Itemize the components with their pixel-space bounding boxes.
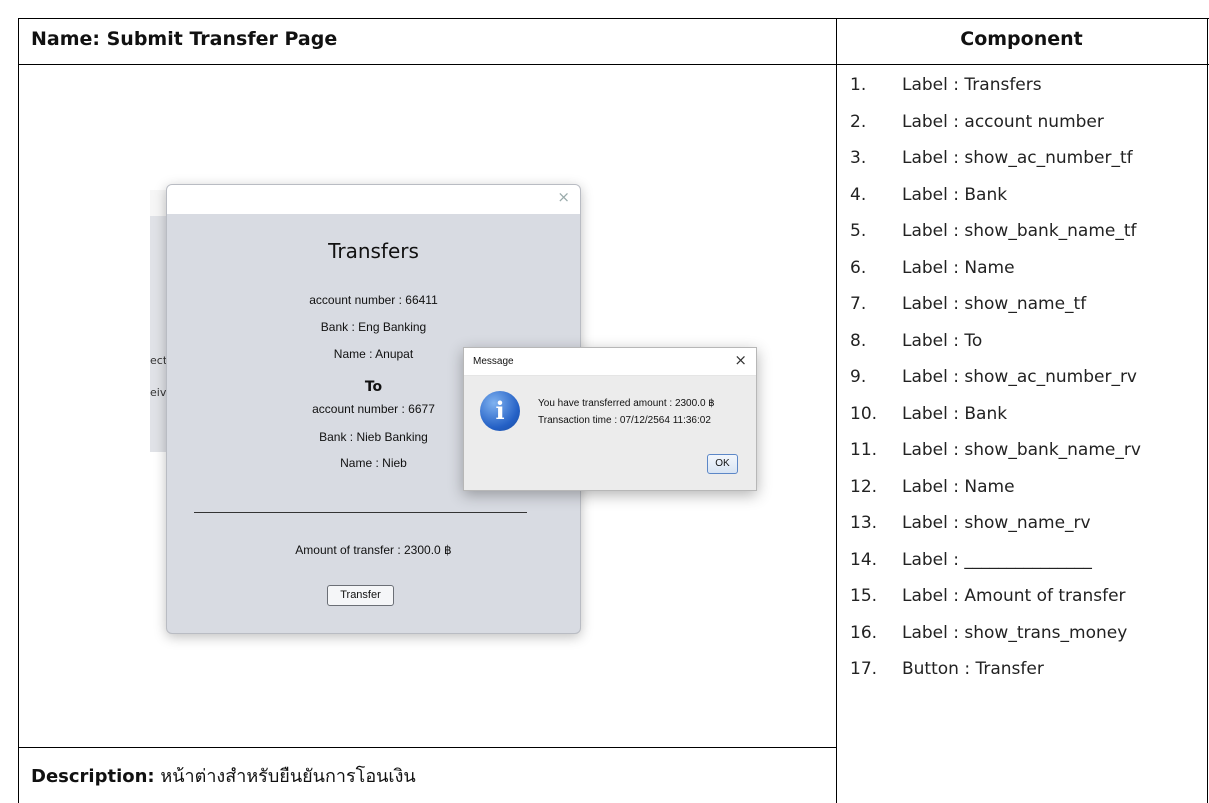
list-item-number: 16. (850, 622, 878, 643)
background-text: eiv (150, 386, 167, 399)
description: Description: หน้าต่างสำหรับยืนยันการโอนเ… (31, 761, 416, 790)
description-text: หน้าต่างสำหรับยืนยันการโอนเงิน (160, 766, 416, 787)
component-heading: Component (960, 28, 1083, 50)
list-item-number: 13. (850, 513, 878, 533)
transfer-amount-message: You have transferred amount : 2300.0 ฿ (538, 398, 715, 409)
transfer-button[interactable]: Transfer (327, 585, 394, 606)
list-item-text: Label : _______________ (902, 549, 1092, 570)
close-icon[interactable]: × (734, 351, 747, 369)
table-header-divider (18, 64, 1209, 65)
list-item: 5. Label : show_bank_name_tf (850, 218, 1141, 255)
list-item: 15. Label : Amount of transfer (850, 583, 1141, 620)
list-item: 9. Label : show_ac_number_rv (850, 364, 1141, 401)
list-item-number: 5. (850, 221, 867, 241)
table-border-right (1207, 18, 1208, 803)
list-item-text: Label : show_name_tf (902, 294, 1087, 314)
table-border-top (18, 18, 1209, 19)
list-item-number: 3. (850, 148, 867, 168)
transaction-time-message: Transaction time : 07/12/2564 11:36:02 (538, 415, 711, 426)
amount-label: Amount of transfer : 2300.0 ฿ (295, 543, 452, 557)
list-item-text: Label : show_bank_name_rv (902, 440, 1141, 460)
list-item-text: Label : Transfers (902, 75, 1042, 95)
list-item-text: Label : show_trans_money (902, 622, 1128, 643)
list-item: 10. Label : Bank (850, 401, 1141, 438)
list-item-number: 10. (850, 403, 878, 424)
list-item-text: Label : account number (902, 111, 1104, 132)
list-item-text: Label : Name (902, 476, 1015, 497)
list-item-text: Label : show_ac_number_tf (902, 148, 1133, 168)
list-item: 7. Label : show_name_tf (850, 291, 1141, 328)
list-item-number: 9. (850, 367, 867, 387)
list-item-number: 17. (850, 659, 878, 679)
sender-account-label: account number : 66411 (309, 293, 438, 307)
list-item: 13. Label : show_name_rv (850, 510, 1141, 547)
dialog-title: Message (473, 356, 514, 367)
dialog-titlebar: Message × (464, 348, 756, 376)
list-item-number: 2. (850, 111, 867, 132)
page-name-heading: Name: Submit Transfer Page (31, 28, 338, 50)
background-text: ect (150, 354, 168, 367)
list-item: 12. Label : Name (850, 474, 1141, 511)
list-item-number: 4. (850, 184, 867, 205)
list-item: 14. Label : _______________ (850, 547, 1141, 584)
list-item: 6. Label : Name (850, 255, 1141, 292)
table-column-divider (836, 18, 837, 803)
ok-button[interactable]: OK (707, 454, 738, 474)
list-item: 17. Button : Transfer (850, 656, 1141, 693)
transfers-title: Transfers (328, 239, 419, 263)
list-item-text: Button : Transfer (902, 659, 1044, 679)
description-divider (18, 747, 836, 748)
separator-line (194, 512, 527, 513)
list-item-text: Label : Bank (902, 403, 1008, 424)
list-item-number: 1. (850, 75, 867, 95)
list-item: 2. Label : account number (850, 109, 1141, 146)
list-item-number: 8. (850, 330, 867, 351)
list-item-text: Label : show_name_rv (902, 513, 1091, 533)
list-item-number: 11. (850, 440, 878, 460)
list-item: 4. Label : Bank (850, 182, 1141, 219)
list-item-text: Label : show_bank_name_tf (902, 221, 1137, 241)
list-item: 16. Label : show_trans_money (850, 620, 1141, 657)
list-item-text: Label : show_ac_number_rv (902, 367, 1137, 387)
window-titlebar: × (167, 185, 580, 214)
list-item-text: Label : Bank (902, 184, 1008, 205)
list-item-text: Label : To (902, 330, 983, 351)
list-item: 1. Label : Transfers (850, 72, 1141, 109)
message-dialog: Message × i You have transferred amount … (463, 347, 757, 491)
list-item-text: Label : Name (902, 257, 1015, 278)
sender-bank-label: Bank : Eng Banking (320, 320, 427, 334)
list-item-number: 6. (850, 257, 867, 278)
table-border-left (18, 18, 19, 803)
list-item: 11. Label : show_bank_name_rv (850, 437, 1141, 474)
list-item-number: 15. (850, 586, 878, 606)
component-list: 1. Label : Transfers 2. Label : account nu… (850, 72, 1141, 693)
list-item-number: 7. (850, 294, 867, 314)
close-icon[interactable]: × (557, 188, 570, 206)
list-item-number: 12. (850, 476, 878, 497)
list-item: 3. Label : show_ac_number_tf (850, 145, 1141, 182)
info-icon: i (480, 391, 520, 431)
list-item-number: 14. (850, 549, 878, 570)
list-item-text: Label : Amount of transfer (902, 586, 1126, 606)
list-item: 8. Label : To (850, 328, 1141, 365)
description-label: Description: (31, 766, 155, 787)
